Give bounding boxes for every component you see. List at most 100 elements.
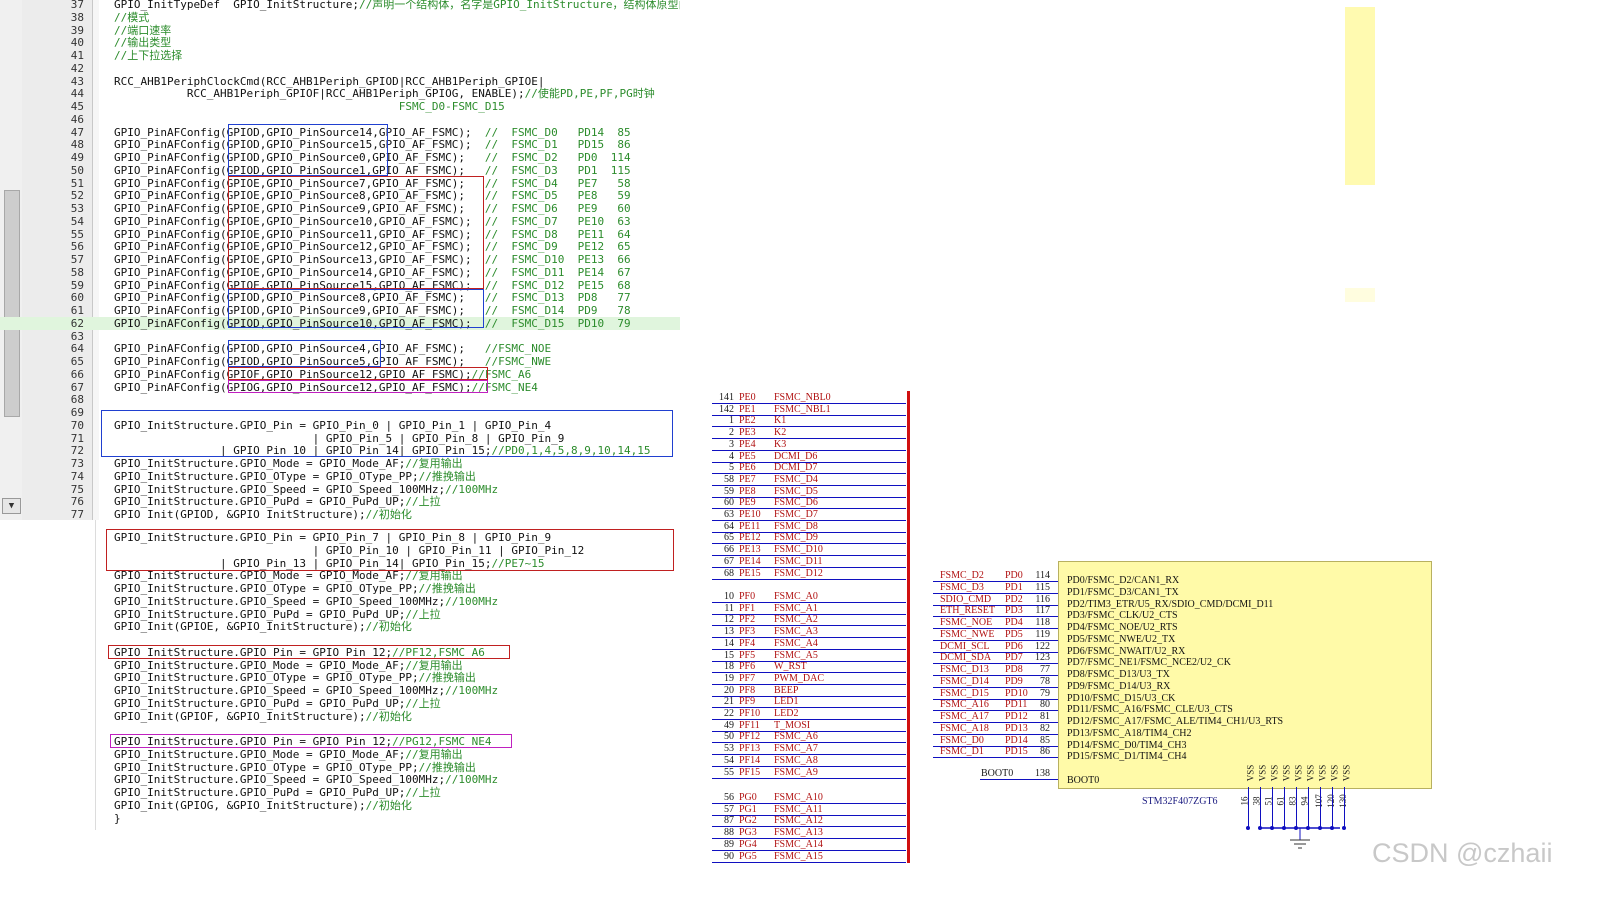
code-line[interactable]: 42 (0, 62, 680, 75)
chip-pin-function: PD11/FSMC_A16/FSMC_CLE/U3_CTS (1067, 704, 1233, 716)
net-label: FSMC_A18 (940, 722, 989, 734)
code-line[interactable]: 69 (0, 406, 680, 419)
code-statement: GPIO_InitStructure.GPIO_PuPd = GPIO_PuPd… (114, 607, 406, 621)
code-comment: //模式 (114, 10, 150, 24)
code-line[interactable]: 38 //模式 (0, 11, 680, 24)
code-text: GPIO_PinAFConfig(GPIOE,GPIO_PinSource15,… (114, 279, 631, 292)
code-statement: GPIO_InitTypeDef GPIO_InitStructure; (114, 0, 360, 11)
net-label: FSMC_NWE (940, 628, 995, 640)
port-name: PF0 (739, 591, 756, 602)
code-line[interactable]: 60 GPIO_PinAFConfig(GPIOD,GPIO_PinSource8… (0, 291, 680, 304)
code-line[interactable]: 75 GPIO_InitStructure.GPIO_Speed = GPIO_S… (0, 483, 680, 496)
net-label: ETH_RESET (940, 605, 995, 617)
code-text: GPIO_PinAFConfig(GPIOD,GPIO_PinSource9,G… (114, 304, 631, 317)
code-line[interactable]: 58 GPIO_PinAFConfig(GPIOE,GPIO_PinSource1… (0, 266, 680, 279)
port-name: PG5 (739, 850, 757, 862)
boot-pin-number: 138 (1035, 768, 1050, 779)
code-comment: //初始化 (365, 508, 412, 520)
code-line[interactable]: 56 GPIO_PinAFConfig(GPIOE,GPIO_PinSource1… (0, 240, 680, 253)
code-comment: //输出类型 (114, 36, 172, 50)
code-line[interactable]: 53 GPIO_PinAFConfig(GPIOE,GPIO_PinSource9… (0, 202, 680, 215)
line-number: 71 (70, 431, 84, 445)
line-number: 42 (70, 61, 84, 75)
code-line[interactable]: 63 (0, 330, 680, 343)
code-line[interactable]: 65 GPIO_PinAFConfig(GPIOD,GPIO_PinSource5… (0, 355, 680, 368)
line-number: 65 (70, 355, 84, 368)
code-editor[interactable]: ▼ 37 GPIO_InitTypeDef GPIO_InitStructure;… (0, 0, 680, 520)
line-number: 61 (70, 304, 84, 317)
line-number: 49 (70, 151, 84, 164)
code-comment: // FSMC_D5 PE8 59 (484, 189, 631, 203)
net-label: FSMC_D13 (940, 664, 989, 675)
code-line[interactable]: 55 GPIO_PinAFConfig(GPIOE,GPIO_PinSource1… (0, 228, 680, 241)
code-text: //端口速率 (114, 24, 171, 37)
chip-boot-function: BOOT0 (1067, 775, 1100, 786)
code-line[interactable]: 45 FSMC_D0-FSMC_D15 (0, 100, 680, 113)
code-line[interactable]: 61 GPIO_PinAFConfig(GPIOD,GPIO_PinSource9… (0, 304, 680, 317)
code-line[interactable]: 43 RCC_AHB1PeriphClockCmd(RCC_AHB1Periph_… (0, 75, 680, 88)
net-label: FSMC_A9 (774, 766, 818, 778)
code-text: GPIO_InitStructure.GPIO_Speed = GPIO_Spe… (114, 773, 498, 786)
code-comment: //FSMC_A6 (471, 367, 532, 381)
vss-label: VSS (1305, 764, 1316, 782)
code-comment: //复用输出 (405, 747, 463, 761)
code-statement: GPIO_PinAFConfig(GPIOD,GPIO_PinSource9,G… (114, 304, 485, 317)
code-line[interactable]: 51 GPIO_PinAFConfig(GPIOE,GPIO_PinSource7… (0, 177, 680, 190)
code-text: | GPIO_Pin_10 | GPIO_Pin_14| GPIO_Pin_15… (114, 444, 651, 457)
net-label: LED1 (774, 696, 799, 708)
chip-pin-function: PD8/FSMC_D13/U3_TX (1067, 669, 1170, 680)
port-name: PG2 (739, 815, 757, 827)
code-line[interactable]: 54 GPIO_PinAFConfig(GPIOE,GPIO_PinSource1… (0, 215, 680, 228)
code-comment: //初始化 (365, 620, 412, 634)
code-line[interactable]: 68 (0, 393, 680, 406)
code-line[interactable]: 46 (0, 113, 680, 126)
port-name: PD11 (1005, 699, 1028, 711)
code-line[interactable]: 47 GPIO_PinAFConfig(GPIOD,GPIO_PinSource1… (0, 126, 680, 139)
code-comment: // FSMC_D15 PD10 79 (484, 316, 631, 330)
chip-pin-function: PD9/FSMC_D14/U3_RX (1067, 680, 1171, 692)
code-comment: //FSMC_NWE (484, 355, 552, 368)
code-text: //上下拉选择 (114, 49, 182, 62)
code-line[interactable]: 59 GPIO_PinAFConfig(GPIOE,GPIO_PinSource1… (0, 279, 680, 292)
port-name: PE11 (739, 520, 761, 532)
net-label: FSMC_NOE (940, 617, 993, 628)
net-label: W_RST (774, 661, 807, 673)
code-line[interactable]: 66 GPIO_PinAFConfig(GPIOF,GPIO_PinSource1… (0, 368, 680, 381)
code-line[interactable]: 72 | GPIO_Pin_10 | GPIO_Pin_14| GPIO_Pin… (0, 444, 680, 457)
code-comment: // FSMC_D12 PE15 68 (484, 278, 631, 292)
line-number: 52 (70, 189, 84, 203)
code-line[interactable]: 73 GPIO_InitStructure.GPIO_Mode = GPIO_Mo… (0, 457, 680, 470)
code-line[interactable]: 39 //端口速率 (0, 24, 680, 37)
code-line[interactable]: 57 GPIO_PinAFConfig(GPIOE,GPIO_PinSource1… (0, 253, 680, 266)
code-statement: GPIO_PinAFConfig(GPIOE,GPIO_PinSource15,… (114, 278, 485, 292)
line-number: 37 (70, 0, 84, 11)
code-line[interactable]: 49 GPIO_PinAFConfig(GPIOD,GPIO_PinSource0… (0, 151, 680, 164)
chip-pin-function: PD3/FSMC_CLK/U2_CTS (1067, 610, 1178, 622)
chip-pin-function: PD13/FSMC_A18/TIM4_CH2 (1067, 727, 1192, 739)
port-name: PF11 (739, 719, 760, 731)
pin-number: 142 (719, 403, 734, 415)
code-line[interactable]: 76 GPIO_InitStructure.GPIO_PuPd = GPIO_Pu… (0, 495, 680, 508)
code-comment: //初始化 (365, 798, 412, 812)
pin-wire (712, 777, 906, 779)
code-line[interactable]: 48 GPIO_PinAFConfig(GPIOD,GPIO_PinSource1… (0, 138, 680, 151)
code-line[interactable]: 52 GPIO_PinAFConfig(GPIOE,GPIO_PinSource8… (0, 189, 680, 202)
code-line[interactable]: 70 GPIO_InitStructure.GPIO_Pin = GPIO_Pin… (0, 419, 680, 432)
code-line[interactable]: 74 GPIO_InitStructure.GPIO_OType = GPIO_O… (0, 470, 680, 483)
net-label: FSMC_D4 (774, 473, 818, 485)
code-line[interactable]: 77 GPIO_Init(GPIOD, &GPIO_InitStructure);… (0, 508, 680, 520)
code-line[interactable]: 37 GPIO_InitTypeDef GPIO_InitStructure;//… (0, 0, 680, 11)
code-line[interactable]: 71 | GPIO_Pin_5 | GPIO_Pin_8 | GPIO_Pin_… (0, 432, 680, 445)
code-comment: //上拉 (405, 696, 441, 710)
code-line[interactable]: 40 //输出类型 (0, 36, 680, 49)
code-line[interactable]: 44 RCC_AHB1Periph_GPIOF|RCC_AHB1Periph_G… (0, 87, 680, 100)
code-line[interactable]: 50 GPIO_PinAFConfig(GPIOD,GPIO_PinSource1… (0, 164, 680, 177)
code-line[interactable]: 64 GPIO_PinAFConfig(GPIOD,GPIO_PinSource4… (0, 342, 680, 355)
line-number: 45 (70, 100, 84, 113)
code-line[interactable]: 67 GPIO_PinAFConfig(GPIOG,GPIO_PinSource1… (0, 381, 680, 394)
code-statement: GPIO_InitStructure.GPIO_Mode = GPIO_Mode… (114, 569, 406, 583)
code-line[interactable]: 62 GPIO_PinAFConfig(GPIOD,GPIO_PinSource1… (0, 316, 680, 330)
code-line[interactable]: 41 //上下拉选择 (0, 49, 680, 62)
side-highlight-strip-small (1345, 288, 1375, 302)
code-text: GPIO_InitStructure.GPIO_OType = GPIO_OTy… (114, 761, 476, 774)
